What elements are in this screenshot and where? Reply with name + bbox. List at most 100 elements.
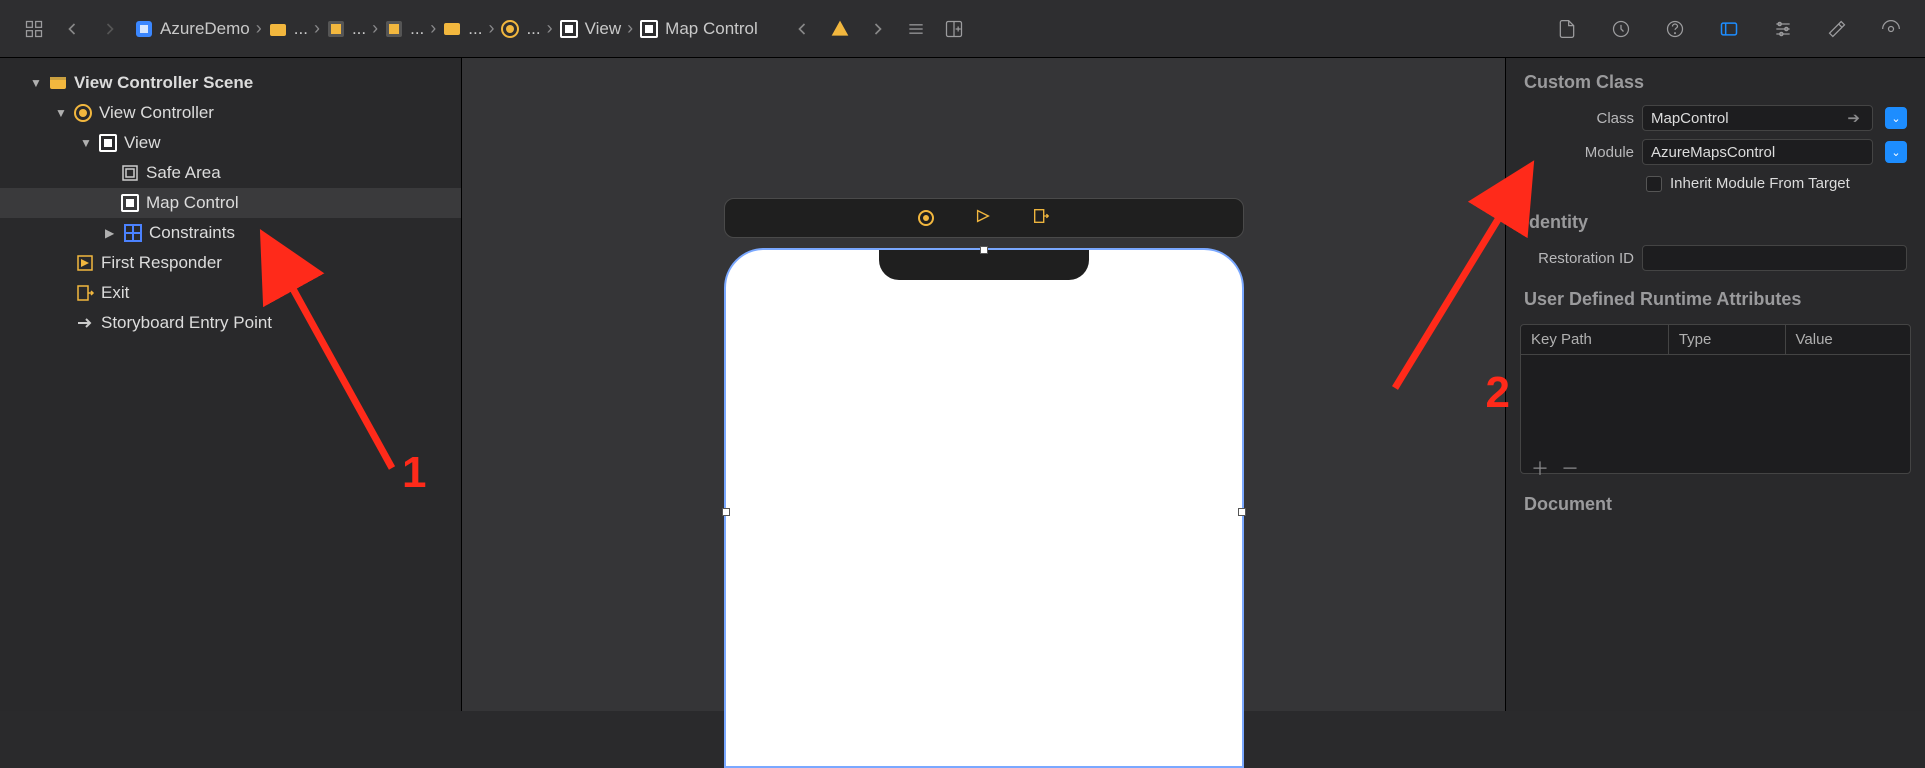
tree-viewcontroller-label: View Controller <box>99 103 214 123</box>
restoration-input[interactable] <box>1642 245 1907 271</box>
disclosure-triangle-icon[interactable]: ▼ <box>30 76 42 90</box>
identity-inspector-icon[interactable] <box>1715 15 1743 43</box>
remove-row-button[interactable]: － <box>1561 455 1579 481</box>
view-icon <box>559 19 579 39</box>
scene-icon <box>48 73 68 93</box>
resize-handle-left[interactable] <box>722 508 730 516</box>
safearea-icon <box>120 163 140 183</box>
tree-scene[interactable]: ▼ View Controller Scene <box>0 68 461 98</box>
nav-back-icon[interactable] <box>58 15 86 43</box>
disclosure-triangle-icon[interactable]: ▶ <box>105 226 117 240</box>
breadcrumb-segment-mapcontrol[interactable]: Map Control <box>639 19 758 39</box>
warning-icon[interactable] <box>826 15 854 43</box>
history-inspector-icon[interactable] <box>1607 15 1635 43</box>
breadcrumb-label: ... <box>468 19 482 39</box>
breadcrumb-segment[interactable]: ... <box>500 19 540 39</box>
issue-prev-icon[interactable] <box>788 15 816 43</box>
tree-mapcontrol[interactable]: Map Control <box>0 188 461 218</box>
device-notch <box>879 250 1089 280</box>
module-dropdown-button[interactable]: ⌄ <box>1885 141 1907 163</box>
tree-view[interactable]: ▼ View <box>0 128 461 158</box>
restoration-label: Restoration ID <box>1524 250 1634 267</box>
chevron-right-icon: › <box>545 18 555 39</box>
disclosure-triangle-icon[interactable]: ▼ <box>80 136 92 150</box>
tree-view-label: View <box>124 133 161 153</box>
nav-forward-icon[interactable] <box>96 15 124 43</box>
device-preview[interactable] <box>724 248 1244 768</box>
arrow-indicator-icon[interactable]: ➔ <box>1847 109 1860 127</box>
breadcrumb: AzureDemo › ... › ... › ... › ... › ... … <box>134 18 758 39</box>
runtime-attrs-table[interactable]: Key Path Type Value ＋ － <box>1520 324 1911 474</box>
breadcrumb-segment[interactable]: ... <box>442 19 482 39</box>
breadcrumb-label: ... <box>352 19 366 39</box>
storyboard-icon <box>384 19 404 39</box>
scene-vc-icon[interactable] <box>918 210 934 226</box>
custom-class-title: Custom Class <box>1506 58 1925 101</box>
breadcrumb-segment-view[interactable]: View <box>559 19 622 39</box>
file-inspector-icon[interactable] <box>1553 15 1581 43</box>
annotation-number-2: 2 <box>1486 368 1510 418</box>
document-title: Document <box>1506 480 1925 523</box>
chevron-right-icon: › <box>370 18 380 39</box>
tree-viewcontroller[interactable]: ▼ View Controller <box>0 98 461 128</box>
add-editor-icon[interactable] <box>940 15 968 43</box>
breadcrumb-segment-project[interactable]: AzureDemo <box>134 19 250 39</box>
attributes-inspector-icon[interactable] <box>1769 15 1797 43</box>
chevron-right-icon: › <box>312 18 322 39</box>
issue-next-icon[interactable] <box>864 15 892 43</box>
scene-toolbar[interactable] <box>724 198 1244 238</box>
tree-safearea[interactable]: Safe Area <box>0 158 461 188</box>
class-value: MapControl <box>1651 110 1729 127</box>
exit-icon <box>75 283 95 303</box>
class-row: Class MapControl ➔ ⌄ <box>1506 101 1925 135</box>
mapcontrol-icon <box>639 19 659 39</box>
chevron-right-icon: › <box>254 18 264 39</box>
breadcrumb-folder-label: ... <box>294 19 308 39</box>
main-area: ▼ View Controller Scene ▼ View Controlle… <box>0 58 1925 711</box>
size-inspector-icon[interactable] <box>1823 15 1851 43</box>
module-input[interactable]: AzureMapsControl <box>1642 139 1873 165</box>
breadcrumb-label: ... <box>410 19 424 39</box>
col-type[interactable]: Type <box>1669 325 1786 354</box>
class-label: Class <box>1524 110 1634 127</box>
annotation-arrow-2 <box>1385 188 1515 388</box>
scene-icon <box>442 19 462 39</box>
storyboard-icon <box>326 19 346 39</box>
tree-constraints[interactable]: ▶ Constraints <box>0 218 461 248</box>
col-keypath[interactable]: Key Path <box>1521 325 1669 354</box>
tree-mapcontrol-label: Map Control <box>146 193 239 213</box>
runtime-attrs-header: Key Path Type Value <box>1521 325 1910 355</box>
toolbar: AzureDemo › ... › ... › ... › ... › ... … <box>0 0 1925 58</box>
class-dropdown-button[interactable]: ⌄ <box>1885 107 1907 129</box>
breadcrumb-segment-folder[interactable]: ... <box>268 19 308 39</box>
disclosure-triangle-icon[interactable]: ▼ <box>55 106 67 120</box>
chevron-right-icon: › <box>486 18 496 39</box>
resize-handle-top[interactable] <box>980 246 988 254</box>
module-row: Module AzureMapsControl ⌄ <box>1506 135 1925 169</box>
breadcrumb-view-label: View <box>585 19 622 39</box>
editor-options-icon[interactable] <box>902 15 930 43</box>
grid-icon[interactable] <box>20 15 48 43</box>
view-controller-icon <box>500 19 520 39</box>
breadcrumb-segment[interactable]: ... <box>326 19 366 39</box>
add-row-button[interactable]: ＋ <box>1531 455 1549 481</box>
breadcrumb-project-label: AzureDemo <box>160 19 250 39</box>
tree-safearea-label: Safe Area <box>146 163 221 183</box>
scene-exit-icon[interactable] <box>1032 207 1050 229</box>
restoration-row: Restoration ID <box>1506 241 1925 275</box>
inherit-label: Inherit Module From Target <box>1670 175 1850 192</box>
inherit-row[interactable]: Inherit Module From Target <box>1506 169 1925 198</box>
annotation-arrow-1 <box>272 268 472 488</box>
help-inspector-icon[interactable] <box>1661 15 1689 43</box>
scene-fr-icon[interactable] <box>974 207 992 229</box>
col-value[interactable]: Value <box>1786 325 1910 354</box>
class-input[interactable]: MapControl ➔ <box>1642 105 1873 131</box>
resize-handle-right[interactable] <box>1238 508 1246 516</box>
inherit-checkbox[interactable] <box>1646 176 1662 192</box>
breadcrumb-segment[interactable]: ... <box>384 19 424 39</box>
storyboard-canvas[interactable]: 1 2 <box>462 58 1505 711</box>
connections-inspector-icon[interactable] <box>1877 15 1905 43</box>
first-responder-icon <box>75 253 95 273</box>
entry-point-icon <box>75 313 95 333</box>
chevron-right-icon: › <box>428 18 438 39</box>
